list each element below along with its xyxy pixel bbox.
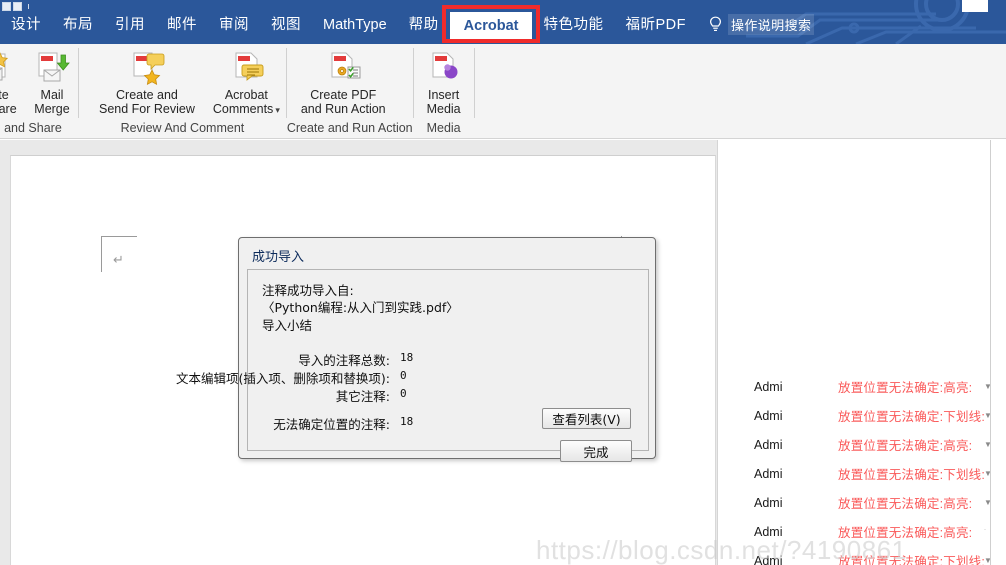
ribbon-tab-bar: 设计 布局 引用 邮件 审阅 视图 MathType 帮助 Acrobat 特色… [0, 0, 1006, 44]
ribbon-group-title: te and Share [0, 121, 62, 135]
tab-review[interactable]: 审阅 [208, 12, 260, 38]
lightbulb-icon [709, 16, 721, 31]
ribbon-button-label-text: Comments [212, 102, 274, 116]
ribbon-button-label-line1: Mail [40, 88, 64, 102]
qat-save-icon[interactable] [2, 2, 11, 11]
ribbon-group-create-and-run-action: Create PDF and Run Action Create and Run… [287, 44, 413, 139]
tab-mailings[interactable]: 邮件 [156, 12, 208, 38]
create-and-share-icon [0, 50, 20, 88]
create-send-review-icon [127, 50, 167, 88]
ribbon-content: ate Share Mai [0, 44, 1006, 139]
paragraph-mark: ↵ [113, 253, 124, 268]
stat-value-total-comments: 18 [400, 351, 414, 364]
comments-pane-right-border [990, 140, 991, 565]
tab-layout[interactable]: 布局 [52, 12, 104, 38]
ribbon-group-separator [473, 48, 475, 118]
ribbon-group-media: Insert Media Media [414, 44, 474, 139]
tab-design[interactable]: 设计 [0, 12, 52, 38]
tab-acrobat-wrapper: Acrobat [441, 5, 541, 43]
comment-author: Admi [754, 553, 783, 565]
comments-pane[interactable]: Admi 放置位置无法确定:高亮: ▼ Admi 放置位置无法确定:下划线: ▼… [718, 140, 1006, 565]
stat-value-unplaced-comments: 18 [400, 415, 414, 428]
ribbon-button-label-line1: Insert [427, 88, 460, 102]
stat-value-text-edits: 0 [400, 369, 407, 382]
comment-row[interactable]: Admi 放置位置无法确定:下划线: ▼ [718, 459, 1006, 488]
ribbon-button-label-line2: Merge [34, 102, 70, 116]
stat-label-other-comments: 其它注释: [335, 389, 390, 404]
ribbon-group-title: Review And Comment [120, 121, 245, 135]
tab-references[interactable]: 引用 [104, 12, 156, 38]
stat-label-text-edits: 文本编辑项(插入项、删除项和替换项): [176, 371, 390, 386]
ribbon-button-label-line2: Media [426, 102, 461, 116]
acrobat-comments-icon [226, 50, 266, 88]
tab-view[interactable]: 视图 [260, 12, 312, 38]
word-window: 设计 布局 引用 邮件 审阅 视图 MathType 帮助 Acrobat 特色… [0, 0, 1006, 565]
dialog-title: 成功导入 [252, 249, 305, 264]
ribbon-groups: ate Share Mai [0, 44, 475, 139]
chevron-down-icon[interactable]: ▾ [275, 105, 280, 115]
tab-help[interactable]: 帮助 [398, 12, 450, 38]
ribbon-button-label-line2: Share [0, 102, 17, 116]
comment-author: Admi [754, 379, 783, 394]
comment-row[interactable]: Admi 放置位置无法确定:高亮: ▼ [718, 488, 1006, 517]
comment-author: Admi [754, 466, 783, 481]
tab-acrobat[interactable]: Acrobat [449, 12, 533, 41]
ribbon-tabs[interactable]: 设计 布局 引用 邮件 审阅 视图 MathType 帮助 Acrobat 特色… [0, 5, 815, 44]
ribbon-group-create-and-share: ate Share Mai [0, 44, 78, 139]
comment-text: 放置位置无法确定:下划线: [838, 468, 986, 482]
dialog-line-source-file: 〈Python编程:从入门到实践.pdf〉 [262, 300, 459, 315]
ribbon-button-label-line1: ate [0, 88, 9, 102]
comment-text: 放置位置无法确定:高亮: [838, 381, 973, 395]
comment-row[interactable]: Admi 放置位置无法确定:高亮: · [718, 517, 1006, 546]
comment-author: Admi [754, 524, 783, 539]
comment-text: 放置位置无法确定:高亮: [838, 497, 973, 511]
stat-label-total-comments: 导入的注释总数: [298, 353, 390, 368]
ribbon-button-acrobat-comments[interactable]: Acrobat Comments ▾ [205, 48, 286, 117]
comment-row[interactable]: Admi 放置位置无法确定:下划线: ▼ [718, 546, 1006, 565]
tab-foxit-pdf[interactable]: 福昕PDF [614, 12, 697, 38]
tell-me-group[interactable]: 操作说明搜索 [697, 12, 815, 35]
comment-row[interactable]: Admi 放置位置无法确定:下划线: ▼ [718, 401, 1006, 430]
ribbon-button-label-line1: Create and [116, 88, 178, 102]
ribbon-button-create-and-share[interactable]: ate Share [0, 48, 26, 116]
insert-media-icon [424, 50, 464, 88]
comment-text: 放置位置无法确定:高亮: [838, 526, 973, 540]
create-pdf-run-action-icon [323, 50, 363, 88]
comment-author: Admi [754, 437, 783, 452]
dialog-body: 注释成功导入自: 〈Python编程:从入门到实践.pdf〉 导入小结 导入的注… [176, 269, 649, 462]
ribbon-button-label-line2: and Run Action [300, 102, 386, 116]
view-list-button[interactable]: 查看列表(V) [542, 408, 631, 429]
comment-author: Admi [754, 495, 783, 510]
comment-text: 放置位置无法确定:高亮: [838, 439, 973, 453]
stat-value-other-comments: 0 [400, 387, 407, 400]
mail-merge-icon [32, 50, 72, 88]
stat-label-unplaced-comments: 无法确定位置的注释: [273, 417, 390, 432]
tab-special-features[interactable]: 特色功能 [532, 12, 614, 38]
comment-row[interactable]: Admi 放置位置无法确定:高亮: ▼ [718, 430, 1006, 459]
ribbon-group-title: Create and Run Action [286, 121, 413, 135]
dialog-line-summary-heading: 导入小结 [262, 318, 313, 333]
ribbon-button-mail-merge[interactable]: Mail Merge [26, 48, 78, 116]
comment-author: Admi [754, 408, 783, 423]
qat-divider [28, 4, 29, 9]
ribbon-group-title: Media [426, 121, 461, 135]
comment-text: 放置位置无法确定:下划线: [838, 555, 986, 565]
ribbon-button-label-line1: Create PDF [310, 88, 377, 102]
quick-access-toolbar[interactable] [2, 1, 29, 12]
chevron-down-icon[interactable]: · [984, 527, 986, 533]
done-button[interactable]: 完成 [560, 440, 632, 462]
import-success-dialog[interactable]: 成功导入 注释成功导入自: 〈Python编程:从入门到实践.pdf〉 导入小结… [176, 237, 656, 462]
ribbon-group-review-and-comment: Create and Send For Review Acrobat Comme… [79, 44, 286, 139]
ribbon-button-label-line1: Acrobat [224, 88, 268, 102]
comment-text: 放置位置无法确定:下划线: [838, 410, 986, 424]
tell-me-search-input[interactable]: 操作说明搜索 [727, 14, 815, 35]
ribbon-button-create-pdf-and-run-action[interactable]: Create PDF and Run Action [287, 48, 400, 116]
qat-undo-icon[interactable] [13, 2, 22, 11]
ribbon-button-label-line2: Send For Review [99, 102, 195, 116]
comment-row[interactable]: Admi 放置位置无法确定:高亮: ▼ [718, 372, 1006, 401]
ribbon-button-label-line2: Comments ▾ [213, 102, 280, 117]
tab-mathtype[interactable]: MathType [312, 12, 398, 38]
ribbon-button-insert-media[interactable]: Insert Media [414, 48, 474, 116]
ribbon-button-create-and-send-for-review[interactable]: Create and Send For Review [79, 48, 205, 116]
